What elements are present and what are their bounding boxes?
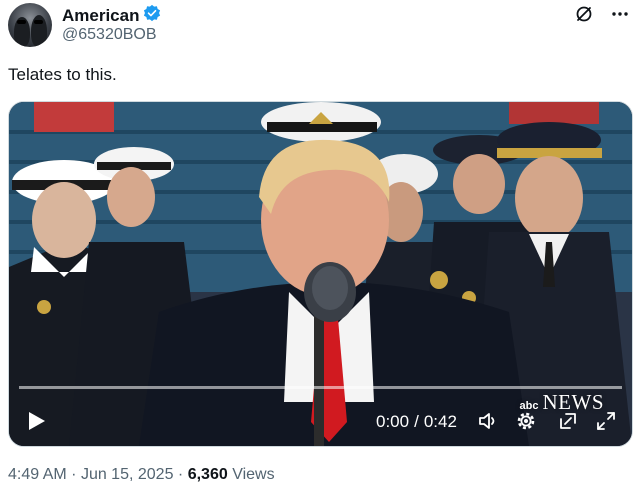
more-icon[interactable] [610,4,630,29]
pop-out-icon [560,413,576,429]
views-label: Views [232,466,275,483]
play-button[interactable] [21,406,51,436]
fullscreen-icon [597,412,615,430]
video-progress-bar[interactable] [19,386,622,389]
settings-icon [517,412,535,430]
meta-separator: · [71,466,77,483]
fullscreen-button[interactable] [595,410,617,432]
video-duration: 0:42 [423,412,457,431]
grok-icon[interactable] [574,4,594,29]
header-actions [574,4,630,29]
avatar[interactable] [8,3,52,47]
tweet-text: Telates to this. [8,65,117,84]
verified-badge-icon [143,4,161,27]
views-count: 6,360 [187,466,228,483]
current-time: 0:00 [376,412,410,431]
author-handle[interactable]: @65320BOB [62,26,157,44]
tweet-date[interactable]: Jun 15, 2025 [81,466,174,483]
volume-button[interactable] [477,410,499,432]
tweet-time[interactable]: 4:49 AM [8,466,67,483]
video-controls: 0:00/0:42 [9,396,632,446]
settings-button[interactable] [515,410,537,432]
video-time: 0:00/0:42 [376,412,457,432]
volume-icon [479,413,495,429]
pop-out-button[interactable] [557,410,579,432]
author-display-name[interactable]: American [62,6,139,26]
play-icon [29,412,45,430]
video-player[interactable]: abc NEWS 0:00/0:42 [8,101,633,447]
tweet-meta: 4:49 AM · Jun 15, 2025 · 6,360 Views [8,466,275,484]
meta-separator: · [177,466,184,483]
time-separator: / [414,412,419,431]
author-name-row: American [62,4,161,27]
